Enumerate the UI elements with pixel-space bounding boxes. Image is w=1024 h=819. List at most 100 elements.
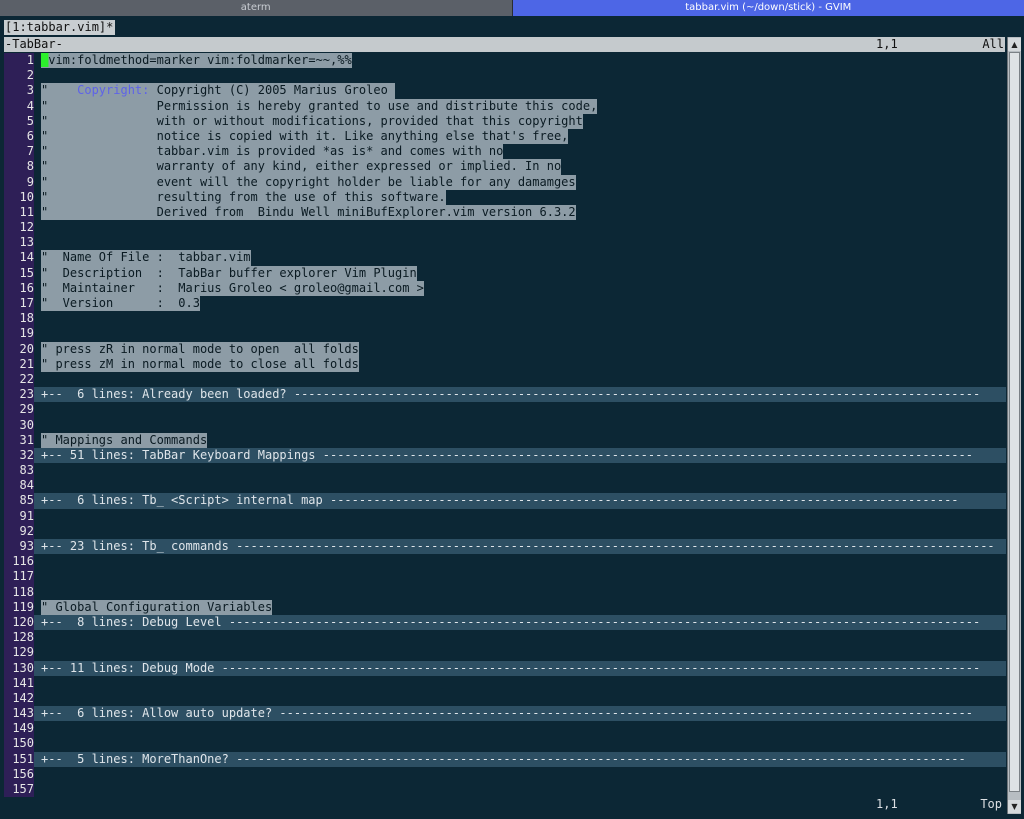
code-line[interactable]: 83: [4, 463, 1006, 479]
line-number: 15: [4, 265, 34, 281]
code-line[interactable]: 7 " tabbar.vim is provided *as is* and co…: [4, 144, 1006, 160]
line-number: 1: [4, 53, 34, 69]
code-line[interactable]: 11 " Derived from Bindu Well miniBufExplo…: [4, 204, 1006, 221]
wm-tab-gvim[interactable]: tabbar.vim (~/down/stick) - GVIM: [512, 0, 1024, 16]
line-number: 32: [4, 447, 34, 464]
code-line[interactable]: 157: [4, 782, 1006, 798]
line-number: 141: [4, 675, 34, 691]
code-line[interactable]: 22: [4, 371, 1006, 388]
code-line[interactable]: 91: [4, 508, 1006, 524]
fold-text: +-- 23 lines: Tb_ commands -------------…: [41, 539, 995, 553]
code-line[interactable]: 13: [4, 235, 1006, 251]
scroll-up-arrow-icon[interactable]: ▲: [1008, 38, 1021, 51]
code-line[interactable]: 117: [4, 569, 1006, 585]
fold-line[interactable]: 151 +-- 5 lines: MoreThanOne? -----------…: [4, 751, 1006, 767]
line-number: 151: [4, 751, 34, 767]
wm-tab-aterm[interactable]: aterm: [0, 0, 513, 16]
line-number: 83: [4, 463, 34, 479]
vertical-scrollbar[interactable]: ▲ ▼: [1007, 37, 1021, 814]
line-number: 14: [4, 250, 34, 266]
code-line[interactable]: 15 " Description : TabBar buffer explorer…: [4, 265, 1006, 281]
code-line[interactable]: 18: [4, 311, 1006, 327]
modeline-text: vim:foldmethod=marker vim:foldmarker=~~,…: [48, 53, 352, 67]
line-text: " Permission is hereby granted to use an…: [41, 98, 598, 114]
line-number: 5: [4, 113, 34, 129]
scroll-down-arrow-icon[interactable]: ▼: [1008, 800, 1021, 813]
code-line[interactable]: 1 █vim:foldmethod=marker vim:foldmarker=~…: [4, 53, 1006, 69]
line-number: 128: [4, 630, 34, 646]
fold-line[interactable]: 85 +-- 6 lines: Tb_ <Script> internal map…: [4, 493, 1006, 509]
code-line[interactable]: 29: [4, 402, 1006, 418]
code-line[interactable]: 92: [4, 523, 1006, 540]
code-line[interactable]: 119 " Global Configuration Variables: [4, 599, 1006, 615]
code-line[interactable]: 129: [4, 645, 1006, 661]
code-line[interactable]: 14 " Name Of File : tabbar.vim: [4, 250, 1006, 266]
code-line[interactable]: 142: [4, 690, 1006, 707]
window-manager-tabbar: aterm tabbar.vim (~/down/stick) - GVIM: [0, 0, 1024, 16]
copyright-keyword: Copyright:: [77, 83, 150, 98]
code-line[interactable]: 149: [4, 721, 1006, 737]
ruler-percent: Top: [980, 797, 1002, 811]
code-line[interactable]: 31 " Mappings and Commands: [4, 432, 1006, 448]
comment-prefix: ": [41, 83, 78, 98]
code-line[interactable]: 116: [4, 554, 1006, 570]
code-line[interactable]: 8 " warranty of any kind, either expresse…: [4, 159, 1006, 175]
fold-line[interactable]: 32 +-- 51 lines: TabBar Keyboard Mappings…: [4, 447, 1006, 464]
buffer-tab[interactable]: [1:tabbar.vim]*: [4, 20, 116, 35]
code-line[interactable]: 5 " with or without modifications, provid…: [4, 113, 1006, 129]
line-number: 8: [4, 159, 34, 175]
line-number: 17: [4, 296, 34, 312]
code-line[interactable]: 20 " press zR in normal mode to open all …: [4, 341, 1006, 357]
code-line[interactable]: 128: [4, 630, 1006, 646]
fold-line[interactable]: 93 +-- 23 lines: Tb_ commands -----------…: [4, 539, 1006, 555]
scrollbar-thumb[interactable]: [1009, 52, 1020, 792]
line-text: " event will the copyright holder be lia…: [41, 174, 576, 190]
line-number: 149: [4, 721, 34, 737]
code-line[interactable]: 84: [4, 478, 1006, 494]
line-number: 150: [4, 736, 34, 752]
code-line[interactable]: 16 " Maintainer : Marius Groleo < groleo@…: [4, 280, 1006, 297]
fold-line[interactable]: 130 +-- 11 lines: Debug Mode ------------…: [4, 660, 1006, 676]
code-line[interactable]: 30: [4, 417, 1006, 433]
code-line[interactable]: 10 " resulting from the use of this softw…: [4, 189, 1006, 205]
line-text: " press zR in normal mode to open all fo…: [41, 341, 359, 357]
code-line[interactable]: 150: [4, 736, 1006, 752]
line-number: 85: [4, 493, 34, 509]
ruler-statusline: 1,1 Top: [4, 797, 1006, 812]
code-line[interactable]: 6 " notice is copied with it. Like anythi…: [4, 128, 1006, 145]
line-number: 4: [4, 98, 34, 114]
fold-line[interactable]: 143 +-- 6 lines: Allow auto update? -----…: [4, 706, 1006, 722]
fold-text: +-- 11 lines: Debug Mode ---------------…: [41, 660, 981, 675]
line-number: 129: [4, 645, 34, 661]
code-line[interactable]: 12: [4, 220, 1006, 236]
line-number: 2: [4, 68, 34, 84]
line-number: 20: [4, 341, 34, 357]
code-line[interactable]: 2: [4, 68, 1006, 84]
fold-line[interactable]: 120 +-- 8 lines: Debug Level ------------…: [4, 614, 1006, 631]
line-number: 19: [4, 326, 34, 342]
line-number: 156: [4, 766, 34, 783]
code-line[interactable]: 118: [4, 584, 1006, 600]
copyright-text: Copyright (C) 2005 Marius Groleo: [149, 83, 396, 98]
line-text: " Version : 0.3: [41, 296, 200, 312]
line-number: 93: [4, 539, 34, 555]
editor-text-area[interactable]: 1 █vim:foldmethod=marker vim:foldmarker=~…: [4, 53, 1006, 798]
code-line[interactable]: 21 " press zM in normal mode to close all…: [4, 356, 1006, 372]
fold-text: +-- 6 lines: Already been loaded? ------…: [41, 387, 981, 402]
line-number: 130: [4, 660, 34, 676]
line-number: 3: [4, 83, 34, 99]
tabbar-status-name: -TabBar-: [5, 37, 63, 51]
fold-line[interactable]: 23 +-- 6 lines: Already been loaded? ----…: [4, 387, 1006, 403]
code-line[interactable]: 17 " Version : 0.3: [4, 296, 1006, 312]
code-line[interactable]: 156: [4, 766, 1006, 783]
code-line[interactable]: 141: [4, 675, 1006, 691]
code-line[interactable]: 4 " Permission is hereby granted to use a…: [4, 98, 1006, 114]
code-line[interactable]: 3 " Copyright: Copyright (C) 2005 Marius …: [4, 83, 1006, 99]
line-number: 91: [4, 508, 34, 524]
code-line[interactable]: 9 " event will the copyright holder be li…: [4, 174, 1006, 190]
line-text: " Maintainer : Marius Groleo < groleo@gm…: [41, 280, 424, 297]
fold-text: +-- 8 lines: Debug Level ---------------…: [41, 614, 981, 629]
line-text: " tabbar.vim is provided *as is* and com…: [41, 144, 504, 160]
line-number: 143: [4, 706, 34, 722]
code-line[interactable]: 19: [4, 326, 1006, 342]
